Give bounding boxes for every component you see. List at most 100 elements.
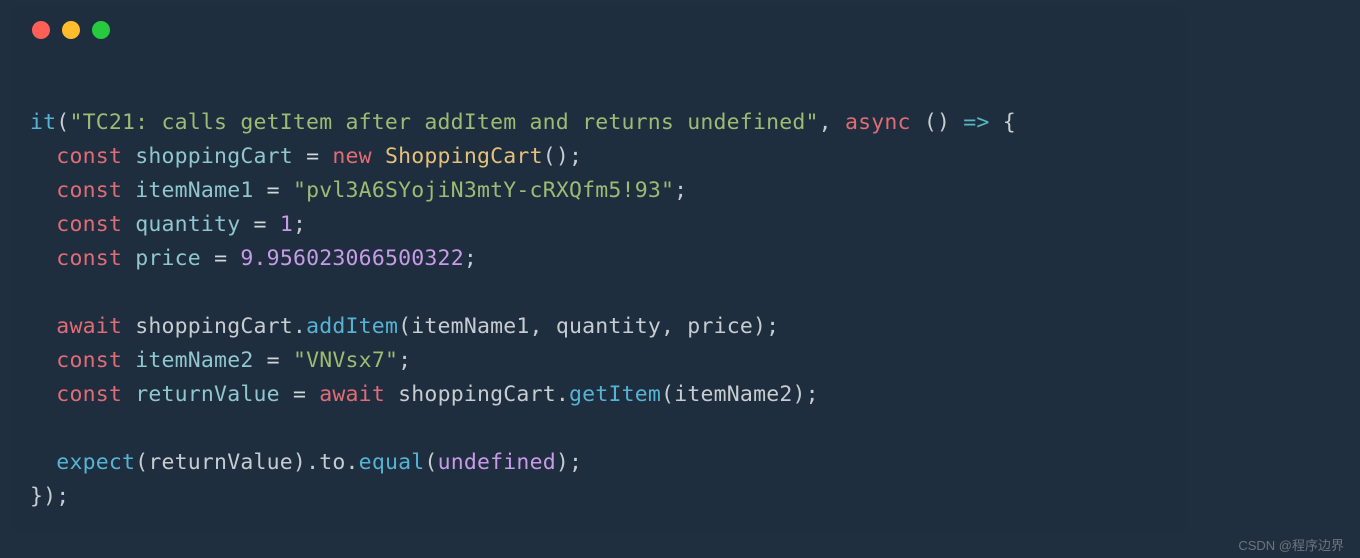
token-arg: itemName2 — [674, 382, 792, 407]
token-punct: ); — [556, 450, 582, 475]
token-space — [253, 178, 266, 203]
token-punct: () — [911, 110, 964, 135]
token-fn: expect — [56, 450, 135, 475]
token-punct: ; — [293, 212, 306, 237]
token-indent — [30, 348, 56, 373]
token-keyword: await — [319, 382, 385, 407]
token-punct: . — [293, 314, 306, 339]
token-type: ShoppingCart — [385, 144, 543, 169]
token-prop: to — [319, 450, 345, 475]
minimize-icon[interactable] — [62, 21, 80, 39]
token-indent — [30, 212, 56, 237]
token-space — [122, 246, 135, 271]
token-keyword: const — [56, 246, 122, 271]
token-space — [122, 212, 135, 237]
token-indent — [30, 450, 56, 475]
token-space — [227, 246, 240, 271]
token-indent — [30, 382, 56, 407]
token-space — [280, 178, 293, 203]
token-keyword: const — [56, 348, 122, 373]
code-line-12: }); — [30, 484, 69, 509]
code-line-2: const shoppingCart = new ShoppingCart(); — [30, 144, 582, 169]
token-keyword: async — [845, 110, 911, 135]
token-keyword: const — [56, 144, 122, 169]
token-arg: itemName1 — [411, 314, 529, 339]
code-line-3: const itemName1 = "pvl3A6SYojiN3mtY-cRXQ… — [30, 178, 687, 203]
token-op: = — [293, 382, 306, 407]
token-punct: ). — [293, 450, 319, 475]
code-line-9: const returnValue = await shoppingCart.g… — [30, 382, 819, 407]
token-number: 1 — [280, 212, 293, 237]
watermark-text: CSDN @程序边界 — [1238, 535, 1344, 554]
token-indent — [30, 178, 56, 203]
token-op: = — [306, 144, 319, 169]
token-space — [293, 144, 306, 169]
token-punct: ( — [661, 382, 674, 407]
token-var: shoppingCart — [135, 144, 293, 169]
token-space — [280, 382, 293, 407]
token-punct: ; — [398, 348, 411, 373]
code-block: it("TC21: calls getItem after addItem an… — [10, 54, 1186, 534]
token-punct: ( — [135, 450, 148, 475]
token-space — [122, 144, 135, 169]
token-space — [122, 348, 135, 373]
code-line-8: const itemName2 = "VNVsx7"; — [30, 348, 411, 373]
token-keyword: await — [56, 314, 122, 339]
token-string: "pvl3A6SYojiN3mtY-cRXQfm5!93" — [293, 178, 674, 203]
token-keyword: const — [56, 382, 122, 407]
token-keyword: new — [332, 144, 371, 169]
token-space — [280, 348, 293, 373]
token-op: = — [267, 178, 280, 203]
token-method: equal — [359, 450, 425, 475]
token-punct: ( — [398, 314, 411, 339]
token-punct: ; — [674, 178, 687, 203]
token-punct: . — [346, 450, 359, 475]
token-keyword: const — [56, 212, 122, 237]
token-var: returnValue — [135, 382, 280, 407]
token-space — [319, 144, 332, 169]
token-var: quantity — [135, 212, 240, 237]
code-line-4: const quantity = 1; — [30, 212, 306, 237]
token-punct: }); — [30, 484, 69, 509]
token-punct: , — [819, 110, 845, 135]
token-space — [253, 348, 266, 373]
zoom-icon[interactable] — [92, 21, 110, 39]
token-string: "TC21: calls getItem after addItem and r… — [69, 110, 818, 135]
token-var: shoppingCart — [135, 314, 293, 339]
token-arg: quantity — [556, 314, 661, 339]
close-icon[interactable] — [32, 21, 50, 39]
token-punct: . — [556, 382, 569, 407]
token-space — [201, 246, 214, 271]
token-punct: (); — [543, 144, 582, 169]
token-number: 9.956023066500322 — [240, 246, 463, 271]
token-op: = — [214, 246, 227, 271]
token-literal: undefined — [438, 450, 556, 475]
token-var: itemName2 — [135, 348, 253, 373]
token-indent — [30, 144, 56, 169]
token-space — [122, 178, 135, 203]
code-window: it("TC21: calls getItem after addItem an… — [10, 6, 1186, 533]
code-line-1: it("TC21: calls getItem after addItem an… — [30, 110, 1016, 135]
code-line-11: expect(returnValue).to.equal(undefined); — [30, 450, 582, 475]
token-punct: { — [990, 110, 1016, 135]
token-fn: it — [30, 110, 56, 135]
token-space — [267, 212, 280, 237]
token-arrow: => — [963, 110, 989, 135]
token-op: = — [267, 348, 280, 373]
token-method: getItem — [569, 382, 661, 407]
window-titlebar — [10, 6, 1186, 54]
token-space — [385, 382, 398, 407]
token-var: itemName1 — [135, 178, 253, 203]
token-punct: ); — [753, 314, 779, 339]
token-keyword: const — [56, 178, 122, 203]
token-punct: , — [530, 314, 556, 339]
token-space — [240, 212, 253, 237]
token-arg: returnValue — [148, 450, 293, 475]
token-arg: price — [687, 314, 753, 339]
token-space — [122, 314, 135, 339]
token-punct: ( — [56, 110, 69, 135]
token-punct: ( — [424, 450, 437, 475]
token-method: addItem — [306, 314, 398, 339]
token-op: = — [254, 212, 267, 237]
token-indent — [30, 246, 56, 271]
